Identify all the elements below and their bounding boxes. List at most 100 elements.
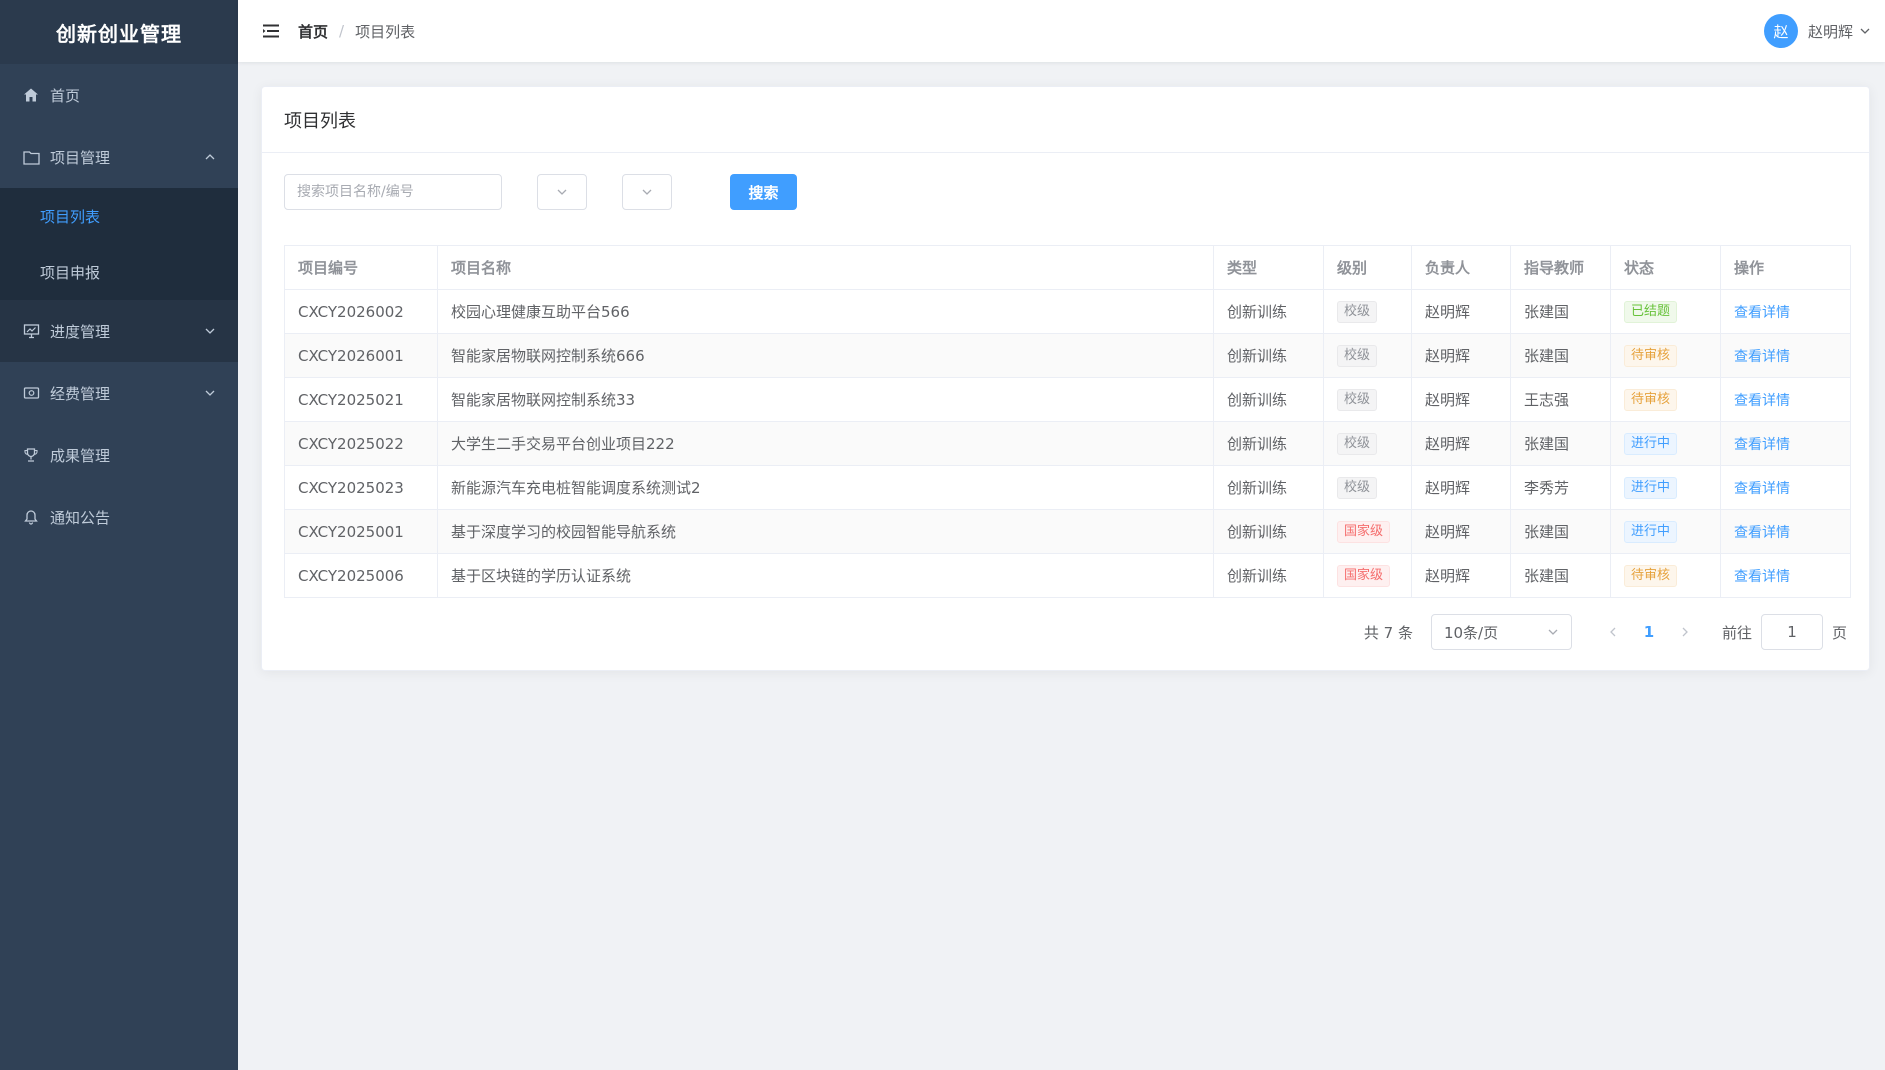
user-name: 赵明辉 xyxy=(1807,22,1853,41)
table-row: CXCY2025006 基于区块链的学历认证系统 创新训练 国家级 赵明辉 张建国 待审核 查… xyxy=(284,553,1851,598)
table-row: CXCY2025021 智能家居物联网控制系统33 创新训练 校级 赵明辉 王志强 待审核 查… xyxy=(284,377,1851,422)
pagination: 共 7 条 10条/页 1 前往 页 xyxy=(1364,614,1847,650)
hamburger-menu-icon[interactable] xyxy=(262,22,280,40)
folder-icon xyxy=(22,148,40,166)
page-number[interactable]: 1 xyxy=(1634,617,1664,647)
cell-type: 创新训练 xyxy=(1213,377,1324,422)
sidebar-item-label: 经费管理 xyxy=(50,384,111,403)
status-badge: 已结题 xyxy=(1624,300,1678,323)
cell-action: 查看详情 xyxy=(1720,333,1851,378)
sidebar-item-notice[interactable]: 通知公告 xyxy=(0,486,238,548)
money-icon xyxy=(22,384,40,402)
bell-icon xyxy=(22,508,40,526)
page-size-value: 10条/页 xyxy=(1443,623,1499,642)
cell-action: 查看详情 xyxy=(1720,465,1851,510)
view-details-link[interactable]: 查看详情 xyxy=(1734,437,1790,453)
status-select[interactable] xyxy=(622,174,672,210)
cell-level: 校级 xyxy=(1323,377,1412,422)
cell-status: 待审核 xyxy=(1610,553,1721,598)
table-header-row: 项目编号 项目名称 类型 级别 负责人 指导教师 状态 操作 xyxy=(284,245,1851,290)
chevron-down-icon xyxy=(205,328,215,334)
view-details-link[interactable]: 查看详情 xyxy=(1734,481,1790,497)
prev-page-button[interactable] xyxy=(1598,617,1628,647)
view-details-link[interactable]: 查看详情 xyxy=(1734,393,1790,409)
status-badge: 待审核 xyxy=(1624,564,1678,587)
table-row: CXCY2025001 基于深度学习的校园智能导航系统 创新训练 国家级 赵明辉 张建国进… xyxy=(284,509,1851,554)
cell-name: 新能源汽车充电桩智能调度系统测试2 xyxy=(437,465,1214,510)
cell-level: 校级 xyxy=(1323,421,1412,466)
page-size-select[interactable]: 10条/页 xyxy=(1430,614,1572,650)
col-header-status: 状态 xyxy=(1610,245,1721,290)
search-button[interactable]: 搜索 xyxy=(730,174,797,210)
view-details-link[interactable]: 查看详情 xyxy=(1734,349,1790,365)
cell-leader: 赵明辉 xyxy=(1411,509,1511,554)
sidebar-item-project-list[interactable]: 项目列表 xyxy=(0,188,238,244)
table-row: CXCY2025023 新能源汽车充电桩智能调度系统测试2 创新训练 校级 赵明辉 李秀芳… xyxy=(284,465,1851,510)
search-input[interactable] xyxy=(284,174,502,210)
cell-type: 创新训练 xyxy=(1213,553,1324,598)
project-table: 项目编号 项目名称 类型 级别 负责人 指导教师 状态 操作 CXCY20260… xyxy=(284,245,1851,598)
user-dropdown[interactable]: 赵 赵明辉 xyxy=(1763,0,1871,62)
sidebar-item-achievement-management[interactable]: 成果管理 xyxy=(0,424,238,486)
chevron-left-icon xyxy=(1610,627,1616,637)
status-badge: 待审核 xyxy=(1624,344,1678,367)
type-select[interactable] xyxy=(537,174,587,210)
sidebar-item-label: 首页 xyxy=(50,86,81,105)
cell-name: 基于深度学习的校园智能导航系统 xyxy=(437,509,1214,554)
view-details-link[interactable]: 查看详情 xyxy=(1734,305,1790,321)
view-details-link[interactable]: 查看详情 xyxy=(1734,525,1790,541)
breadcrumb-home[interactable]: 首页 xyxy=(298,21,328,42)
cell-teacher: 张建国 xyxy=(1510,509,1611,554)
status-badge: 进行中 xyxy=(1624,476,1678,499)
next-page-button[interactable] xyxy=(1670,617,1700,647)
goto-page-input[interactable] xyxy=(1760,614,1823,650)
trophy-icon xyxy=(22,446,40,464)
cell-id: CXCY2026002 xyxy=(284,289,438,334)
cell-level: 校级 xyxy=(1323,333,1412,378)
cell-level: 国家级 xyxy=(1323,553,1412,598)
submenu-project-management: 项目列表 项目申报 xyxy=(0,188,238,300)
cell-type: 创新训练 xyxy=(1213,289,1324,334)
cell-type: 创新训练 xyxy=(1213,421,1324,466)
col-header-id: 项目编号 xyxy=(284,245,438,290)
cell-type: 创新训练 xyxy=(1213,333,1324,378)
sidebar-item-project-apply[interactable]: 项目申报 xyxy=(0,244,238,300)
cell-action: 查看详情 xyxy=(1720,553,1851,598)
level-badge: 国家级 xyxy=(1337,564,1391,587)
cell-status: 进行中 xyxy=(1610,421,1721,466)
status-badge: 待审核 xyxy=(1624,388,1678,411)
cell-type: 创新训练 xyxy=(1213,509,1324,554)
cell-name: 智能家居物联网控制系统666 xyxy=(437,333,1214,378)
level-badge: 校级 xyxy=(1337,388,1378,411)
sidebar-item-label: 进度管理 xyxy=(50,322,111,341)
search-toolbar: 搜索 xyxy=(284,174,797,210)
chevron-down-icon xyxy=(642,189,652,195)
sidebar-item-label: 通知公告 xyxy=(50,508,111,527)
card-title: 项目列表 xyxy=(262,87,1869,153)
chevron-down-icon xyxy=(205,390,215,396)
cell-name: 校园心理健康互助平台566 xyxy=(437,289,1214,334)
cell-action: 查看详情 xyxy=(1720,289,1851,334)
cell-leader: 赵明辉 xyxy=(1411,377,1511,422)
level-badge: 校级 xyxy=(1337,476,1378,499)
avatar: 赵 xyxy=(1763,14,1798,48)
cell-teacher: 张建国 xyxy=(1510,421,1611,466)
cell-leader: 赵明辉 xyxy=(1411,289,1511,334)
cell-teacher: 李秀芳 xyxy=(1510,465,1611,510)
cell-id: CXCY2025022 xyxy=(284,421,438,466)
col-header-teacher: 指导教师 xyxy=(1510,245,1611,290)
presentation-icon xyxy=(22,322,40,340)
sidebar-item-home[interactable]: 首页 xyxy=(0,64,238,126)
goto-label: 前往 xyxy=(1721,623,1752,642)
view-details-link[interactable]: 查看详情 xyxy=(1734,569,1790,585)
breadcrumb: 首页 / 项目列表 xyxy=(298,21,415,42)
sidebar-item-funding-management[interactable]: 经费管理 xyxy=(0,362,238,424)
sidebar-item-progress-management[interactable]: 进度管理 xyxy=(0,300,238,362)
cell-id: CXCY2026001 xyxy=(284,333,438,378)
cell-status: 待审核 xyxy=(1610,377,1721,422)
cell-id: CXCY2025001 xyxy=(284,509,438,554)
chevron-up-icon xyxy=(205,154,215,160)
cell-level: 国家级 xyxy=(1323,509,1412,554)
sidebar-item-label: 项目管理 xyxy=(50,148,111,167)
sidebar-item-project-management[interactable]: 项目管理 xyxy=(0,126,238,188)
